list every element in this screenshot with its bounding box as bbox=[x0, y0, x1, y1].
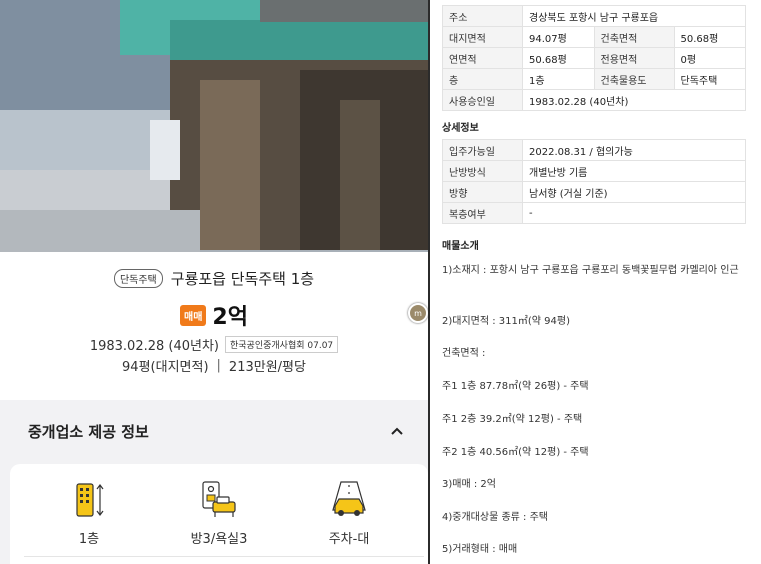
table-row: 난방방식 개별난방 기름 bbox=[442, 160, 746, 182]
intro-line: 4)중개대상물 종류 : 주택 bbox=[442, 512, 548, 523]
price-per-pyeong: 213만원/평당 bbox=[228, 360, 306, 375]
listing-price: 2억 bbox=[212, 305, 248, 330]
listing-summary: 단독주택 구룡포읍 단독주택 1층 매매 2억 1983.02.28 (40년차… bbox=[0, 252, 428, 400]
land-area: 94평(대지면적) bbox=[122, 360, 209, 375]
info-value: 1층 bbox=[522, 68, 595, 90]
detail-info-table: 입주가능일 2022.08.31 / 협의가능 난방방식 개별난방 기름 방향 … bbox=[442, 139, 746, 224]
intro-line: 1)소재지 : 포항시 남구 구룡포읍 구룡포리 동백꽃필무렵 카멜리아 인근 bbox=[442, 265, 739, 276]
info-label: 방향 bbox=[442, 181, 523, 203]
info-label: 사용승인일 bbox=[442, 89, 523, 111]
detail-panel: 주소 경상북도 포항시 남구 구룡포읍 대지면적 94.07평 건축면적 50.… bbox=[430, 0, 761, 564]
agency-feature-card: 1층 방3/욕실3 주차-대 bbox=[10, 464, 428, 564]
info-value: 50.68평 bbox=[673, 26, 746, 48]
table-row: 사용승인일 1983.02.28 (40년차) bbox=[442, 89, 746, 111]
association-tag: 한국공인중개사협회 07.07 bbox=[225, 336, 339, 353]
info-label: 층 bbox=[442, 68, 523, 90]
intro-line: 주2 1층 40.56㎡(약 12평) - 주택 bbox=[442, 447, 589, 458]
feature-parking-label: 주차-대 bbox=[328, 532, 370, 547]
room-bath-icon bbox=[164, 480, 274, 520]
info-value: 남서향 (거실 기준) bbox=[522, 181, 746, 203]
build-date: 1983.02.28 (40년차) bbox=[89, 339, 219, 354]
feature-floor-label: 1층 bbox=[78, 532, 100, 547]
info-value: 0평 bbox=[673, 47, 746, 69]
info-label: 연면적 bbox=[442, 47, 523, 69]
feature-floor: 1층 bbox=[34, 480, 144, 547]
info-label: 주소 bbox=[442, 5, 523, 27]
property-photo[interactable] bbox=[0, 0, 428, 252]
info-label: 입주가능일 bbox=[442, 139, 523, 161]
listing-title: 구룡포읍 단독주택 1층 bbox=[170, 270, 315, 288]
listing-panel: 단독주택 구룡포읍 단독주택 1층 매매 2억 1983.02.28 (40년차… bbox=[0, 0, 428, 564]
info-label: 건축면적 bbox=[593, 26, 675, 48]
card-divider bbox=[24, 556, 424, 557]
area-row: 94평(대지면적) | 213만원/평당 bbox=[0, 356, 428, 375]
table-row: 층 1층 건축물용도 단독주택 bbox=[442, 68, 746, 90]
basic-info-table: 주소 경상북도 포항시 남구 구룡포읍 대지면적 94.07평 건축면적 50.… bbox=[442, 5, 746, 111]
table-row: 주소 경상북도 포항시 남구 구룡포읍 bbox=[442, 5, 746, 27]
build-info-row: 1983.02.28 (40년차) 한국공인중개사협회 07.07 bbox=[0, 335, 428, 354]
intro-line: 주1 1층 87.78㎡(약 26평) - 주택 bbox=[442, 381, 589, 392]
info-label: 전용면적 bbox=[593, 47, 675, 69]
table-row: 복층여부 - bbox=[442, 202, 746, 224]
info-value: 2022.08.31 / 협의가능 bbox=[522, 139, 746, 161]
property-type-badge: 단독주택 bbox=[113, 269, 163, 288]
table-row: 대지면적 94.07평 건축면적 50.68평 bbox=[442, 26, 746, 48]
floating-side-button[interactable]: m bbox=[408, 303, 428, 323]
agency-section-header[interactable]: 중개업소 제공 정보 bbox=[0, 400, 428, 462]
table-row: 방향 남서향 (거실 기준) bbox=[442, 181, 746, 203]
info-value: - bbox=[522, 202, 746, 224]
trade-type-badge: 매매 bbox=[180, 304, 207, 326]
info-value: 개별난방 기름 bbox=[522, 160, 746, 182]
building-floor-icon bbox=[34, 480, 144, 520]
table-row: 연면적 50.68평 전용면적 0평 bbox=[442, 47, 746, 69]
feature-rooms-label: 방3/욕실3 bbox=[190, 532, 248, 547]
intro-line: 주1 2층 39.2㎡(약 12평) - 주택 bbox=[442, 414, 583, 425]
info-value: 경상북도 포항시 남구 구룡포읍 bbox=[522, 5, 746, 27]
detail-section-title: 상세정보 bbox=[442, 123, 479, 134]
info-label: 건축물용도 bbox=[593, 68, 675, 90]
price-row: 매매 2억 bbox=[0, 299, 428, 331]
info-label: 복층여부 bbox=[442, 202, 523, 224]
intro-section-title: 매물소개 bbox=[442, 241, 479, 252]
area-separator: | bbox=[216, 358, 221, 373]
chevron-up-icon[interactable] bbox=[390, 424, 404, 438]
intro-line: 2)대지면적 : 311㎡(약 94평) bbox=[442, 316, 570, 327]
listing-title-row: 단독주택 구룡포읍 단독주택 1층 bbox=[0, 268, 428, 289]
intro-line: 건축면적 : bbox=[442, 348, 486, 359]
info-label: 난방방식 bbox=[442, 160, 523, 182]
info-value: 단독주택 bbox=[673, 68, 746, 90]
intro-line: 3)매매 : 2억 bbox=[442, 479, 496, 490]
info-value: 1983.02.28 (40년차) bbox=[522, 89, 746, 111]
intro-line: 5)거래형태 : 매매 bbox=[442, 544, 518, 555]
info-label: 대지면적 bbox=[442, 26, 523, 48]
side-button-label: m bbox=[414, 308, 422, 318]
table-row: 입주가능일 2022.08.31 / 협의가능 bbox=[442, 139, 746, 161]
feature-parking: 주차-대 bbox=[294, 480, 404, 547]
info-value: 50.68평 bbox=[522, 47, 595, 69]
agency-section-title: 중개업소 제공 정보 bbox=[28, 422, 149, 441]
feature-rooms: 방3/욕실3 bbox=[164, 480, 274, 547]
info-value: 94.07평 bbox=[522, 26, 595, 48]
parking-car-icon bbox=[294, 480, 404, 520]
